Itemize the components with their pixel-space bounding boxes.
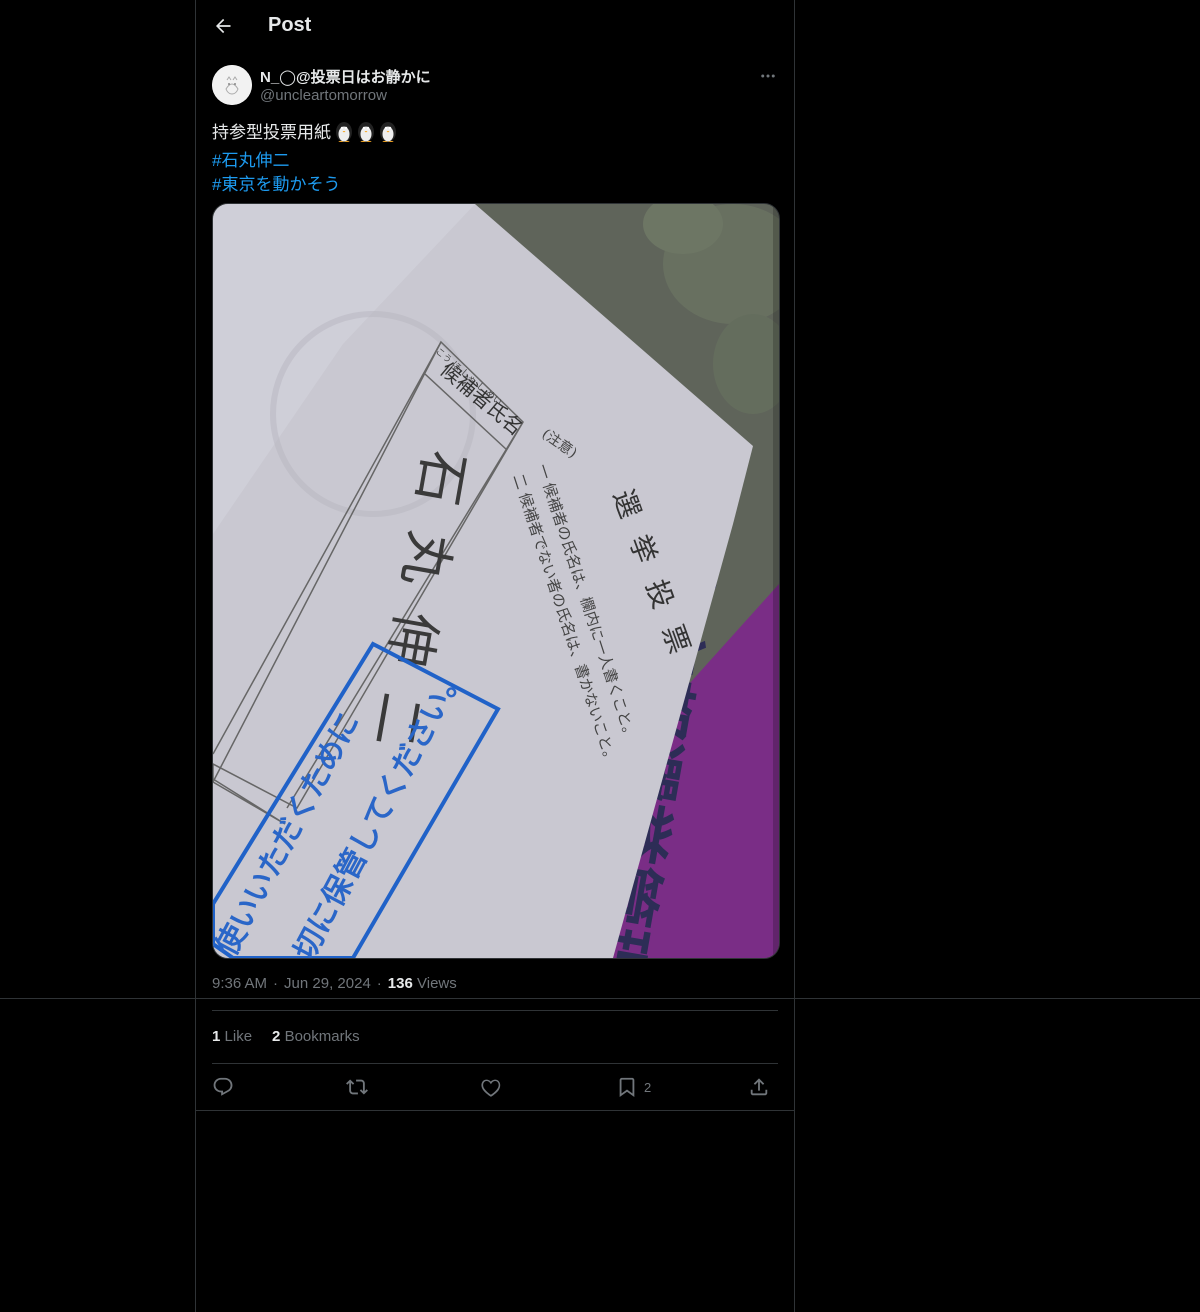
arrow-left-icon: [216, 18, 231, 34]
post-text-line: 持参型投票用紙: [212, 120, 778, 149]
reply-button[interactable]: [212, 1074, 240, 1100]
bookmarks-label: Bookmarks: [284, 1028, 360, 1045]
bookmark-count: 2: [644, 1079, 652, 1095]
like-button[interactable]: [480, 1074, 508, 1100]
hashtag-link[interactable]: #石丸伸二: [212, 149, 778, 173]
bookmarks-stat[interactable]: 2 Bookmarks: [272, 1028, 360, 1045]
post-meta: 9:36 AM · Jun 29, 2024 · 136 Views: [212, 975, 457, 992]
overlay-divider: [0, 998, 1200, 999]
reply-icon: [213, 1077, 233, 1096]
post-column: Post N_◯@投票日はお静かに @uncleartomorrow 持参型投票…: [195, 0, 795, 1312]
post-time[interactable]: 9:36 AM: [212, 975, 267, 992]
repost-icon: [346, 1079, 368, 1095]
share-button[interactable]: [748, 1074, 770, 1100]
action-bar: 2: [212, 1074, 778, 1100]
post-body: 持参型投票用紙: [212, 123, 331, 142]
post-date[interactable]: Jun 29, 2024: [284, 975, 371, 992]
repost-button[interactable]: [346, 1074, 374, 1100]
likes-label: Like: [224, 1028, 253, 1045]
likes-count: 1: [212, 1028, 221, 1045]
avatar[interactable]: [212, 65, 252, 105]
meta-separator: ·: [376, 975, 382, 992]
author-display-name[interactable]: N_◯@投票日はお静かに: [260, 66, 431, 87]
ballot-photo: 東京都選挙管理委員会 候補者氏名 こう ほ しゃ し めい 石丸伸二 選挙投票 …: [213, 204, 779, 958]
bookmark-button[interactable]: 2: [616, 1074, 651, 1100]
engagement-stats: 1 Like 2 Bookmarks: [212, 1028, 380, 1045]
post-text: 持参型投票用紙 #石丸伸二 #東京を動かそう: [212, 120, 778, 197]
heart-icon: [481, 1079, 501, 1097]
share-icon: [750, 1078, 768, 1096]
page-title: Post: [268, 14, 312, 36]
avatar-sketch-icon: [212, 65, 252, 105]
divider: [196, 1110, 794, 1111]
hashtag-link[interactable]: #東京を動かそう: [212, 173, 778, 197]
likes-stat[interactable]: 1 Like: [212, 1028, 252, 1045]
back-button[interactable]: [208, 11, 238, 41]
header: Post: [196, 0, 794, 53]
views-label: Views: [417, 975, 457, 992]
bookmark-icon: [619, 1077, 635, 1098]
penguin-emoji-icon: [333, 120, 399, 149]
bookmarks-count: 2: [272, 1028, 281, 1045]
post-photo[interactable]: 東京都選挙管理委員会 候補者氏名 こう ほ しゃ し めい 石丸伸二 選挙投票 …: [212, 203, 780, 959]
views-count: 136: [387, 975, 413, 992]
divider: [212, 1063, 778, 1064]
meta-separator: ·: [273, 975, 279, 992]
more-dots-icon: [761, 74, 775, 78]
divider: [212, 1010, 778, 1011]
more-options-button[interactable]: [756, 64, 780, 88]
author-handle[interactable]: @uncleartomorrow: [260, 87, 387, 104]
